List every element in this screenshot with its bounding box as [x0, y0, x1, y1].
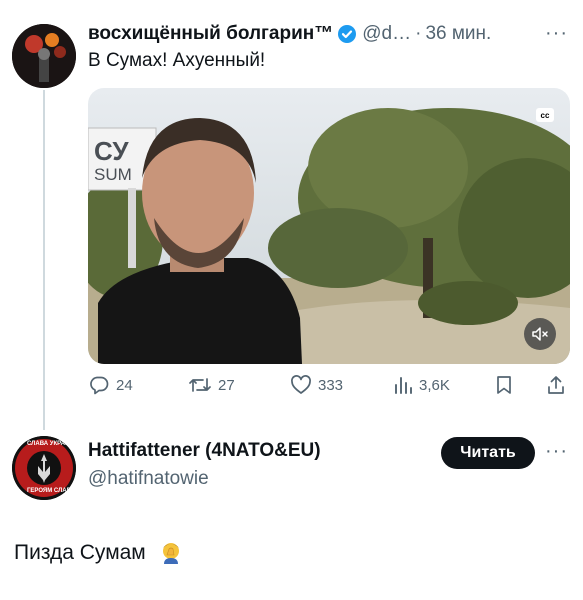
facepalm-icon	[162, 543, 179, 564]
tweet-actions: 24 27 333 3,6K	[88, 374, 570, 402]
avatar[interactable]	[12, 24, 76, 88]
like-icon	[291, 375, 311, 394]
reply-count: 24	[116, 376, 133, 394]
retweet-button[interactable]: 27	[188, 374, 235, 396]
avatar-text-bottom: ГЕРОЯМ СЛАВА	[27, 488, 75, 494]
tweet-text: Пизда Сумам 🤦‍♂️	[14, 540, 184, 566]
bookmark-button[interactable]	[494, 374, 514, 396]
separator: ·	[415, 23, 422, 44]
like-count: 333	[318, 376, 344, 394]
display-name[interactable]: восхищённый болгарин™	[88, 23, 333, 45]
bookmark-icon	[497, 376, 511, 394]
avatar-text-top: СЛАВА УКРАЇНІ	[27, 441, 73, 447]
share-button[interactable]	[546, 374, 566, 396]
thread-line	[43, 90, 45, 430]
like-button[interactable]: 333	[290, 374, 343, 396]
tweet-header: восхищённый болгарин™ @d… · 36 мин.	[88, 20, 568, 48]
reply-button[interactable]: 24	[88, 374, 133, 396]
views-button[interactable]: 3,6K	[393, 374, 450, 396]
sign-text-cyrillic: СУ	[94, 136, 129, 166]
retweet-icon	[189, 378, 211, 392]
views-icon	[395, 377, 412, 394]
more-icon[interactable]: ···	[545, 440, 568, 463]
video-player[interactable]: СУ SUM cc	[88, 88, 570, 364]
timestamp[interactable]: 36 мин.	[425, 23, 491, 45]
retweet-count: 27	[218, 376, 235, 394]
avatar-image	[12, 24, 76, 88]
handle[interactable]: @hatifnatowie	[88, 468, 209, 490]
video-frame	[88, 88, 570, 364]
tweet-text: В Сумах! Ахуенный!	[88, 50, 266, 71]
reply-icon	[90, 376, 109, 395]
cc-icon[interactable]: cc	[536, 108, 554, 122]
more-icon[interactable]: ···	[545, 22, 568, 45]
views-count: 3,6K	[419, 376, 450, 394]
follow-button[interactable]: Читать	[441, 437, 535, 469]
mute-icon[interactable]	[524, 318, 556, 350]
handle[interactable]: @d…	[362, 23, 411, 45]
avatar[interactable]: СЛАВА УКРАЇНІ ГЕРОЯМ СЛАВА	[12, 436, 76, 500]
display-name[interactable]: Hattifattener (4NATO&EU)	[88, 440, 321, 462]
sign-text-latin: SUM	[94, 165, 132, 184]
tweet-text-content: Пизда Сумам	[14, 541, 146, 564]
verified-icon	[338, 25, 357, 43]
share-icon	[548, 376, 564, 394]
